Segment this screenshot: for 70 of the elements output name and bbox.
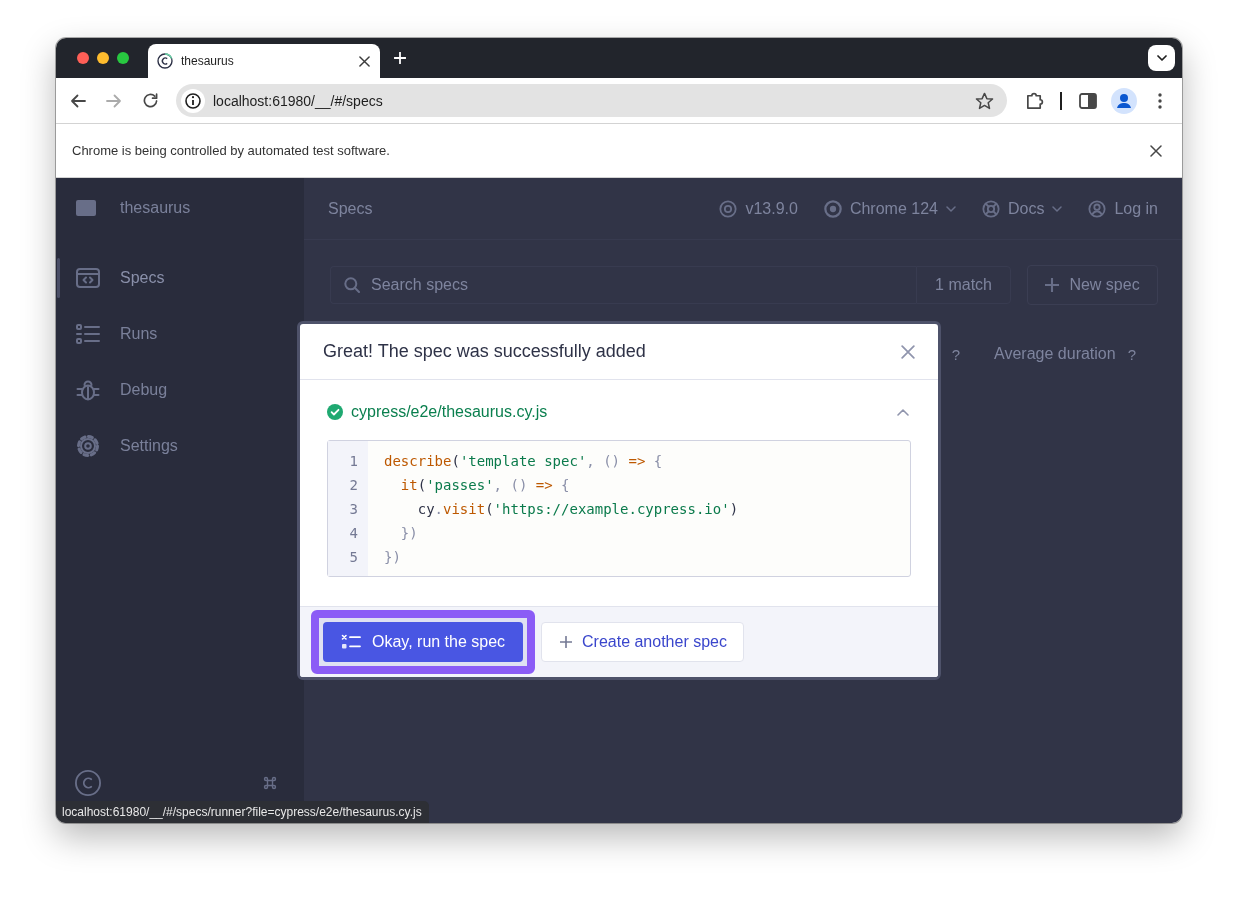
column-header: Average duration [994,345,1116,363]
code-line: it('passes', () => { [399,476,571,495]
line-number: 5 [348,548,358,567]
header-link[interactable]: Docs [981,199,1063,218]
close-icon[interactable] [1150,144,1162,157]
back-icon[interactable] [70,93,86,108]
list-icon [76,324,100,344]
address-bar[interactable]: localhost:61980/__/#/specs [176,84,1007,117]
caret-icon [945,205,956,212]
dot-in-ring-icon [823,199,842,218]
plus-icon [560,636,572,648]
chevron-down-icon [1156,55,1167,61]
chevron-up-icon[interactable] [897,408,909,416]
status-bubble: localhost:61980/__/#/specs/runner?file=cypress/e2e/thesaurus.cy.js [56,801,429,823]
close-window-icon[interactable] [77,52,89,64]
run-list-icon [341,634,361,650]
header-link[interactable]: Chrome 124 [823,199,956,218]
star-icon[interactable] [975,91,994,110]
plus-icon[interactable] [394,52,406,64]
menu-icon[interactable] [1158,92,1162,109]
search-field[interactable]: Search specs [330,266,917,304]
caret-icon [1052,205,1063,212]
plus-icon [1045,278,1060,292]
create-spec-button[interactable]: Create another spec [541,622,744,662]
square-icon [76,200,96,216]
bug-icon [76,378,100,402]
sidebar-item[interactable]: Settings [56,418,304,474]
line-number: 2 [348,476,358,495]
logo-icon[interactable] [75,770,101,796]
help-mark[interactable]: ? [951,345,961,363]
info-icon[interactable] [181,88,205,113]
search-icon [344,277,360,293]
minimize-window-icon[interactable] [97,52,109,64]
line-number: 3 [348,500,358,519]
header-link[interactable]: v13.9.0 [719,199,798,218]
project-name: thesaurus [120,199,191,217]
browser-tab[interactable]: thesaurus [148,44,380,78]
close-icon[interactable] [359,55,370,67]
sidebar-item[interactable]: Debug [56,362,304,418]
code-line: }) [399,524,419,543]
lifebuoy-icon [981,199,1000,218]
page-title: Specs [328,199,374,218]
zoom-window-icon[interactable] [117,52,129,64]
new-spec-button[interactable]: New spec [1027,265,1158,305]
run-spec-button[interactable]: Okay, run the spec [323,622,523,662]
reload-icon[interactable] [142,93,158,108]
check-icon [327,404,343,420]
file-path: cypress/e2e/thesaurus.cy.js [351,403,549,421]
help-mark[interactable]: ? [1127,345,1136,363]
user-icon [1088,199,1107,218]
match-count: 1 match [916,266,1011,304]
code-line: }) [384,548,402,567]
line-number: 4 [348,524,358,543]
sidebar-item[interactable]: Specs [56,250,304,306]
infobar-message: Chrome is being controlled by automated test software. [72,143,391,158]
command-key-icon[interactable] [262,775,278,791]
logo-icon [157,53,173,69]
code-line: describe('template spec', () => { [384,452,664,471]
avatar-icon[interactable] [1111,87,1137,114]
settings-icon [76,434,100,458]
puzzle-icon[interactable] [1024,91,1044,110]
dialog-title: Great! The spec was successfully added [323,341,646,362]
target-icon [719,199,738,218]
side-panel-icon[interactable] [1079,92,1097,109]
sidebar-item[interactable]: Runs [56,306,304,362]
code-line: cy.visit('https://example.cypress.io') [416,500,740,519]
header-link[interactable]: Log in [1088,199,1158,218]
tab-search-button[interactable] [1148,45,1175,71]
code-window-icon [76,268,100,288]
line-number: 1 [348,452,358,471]
